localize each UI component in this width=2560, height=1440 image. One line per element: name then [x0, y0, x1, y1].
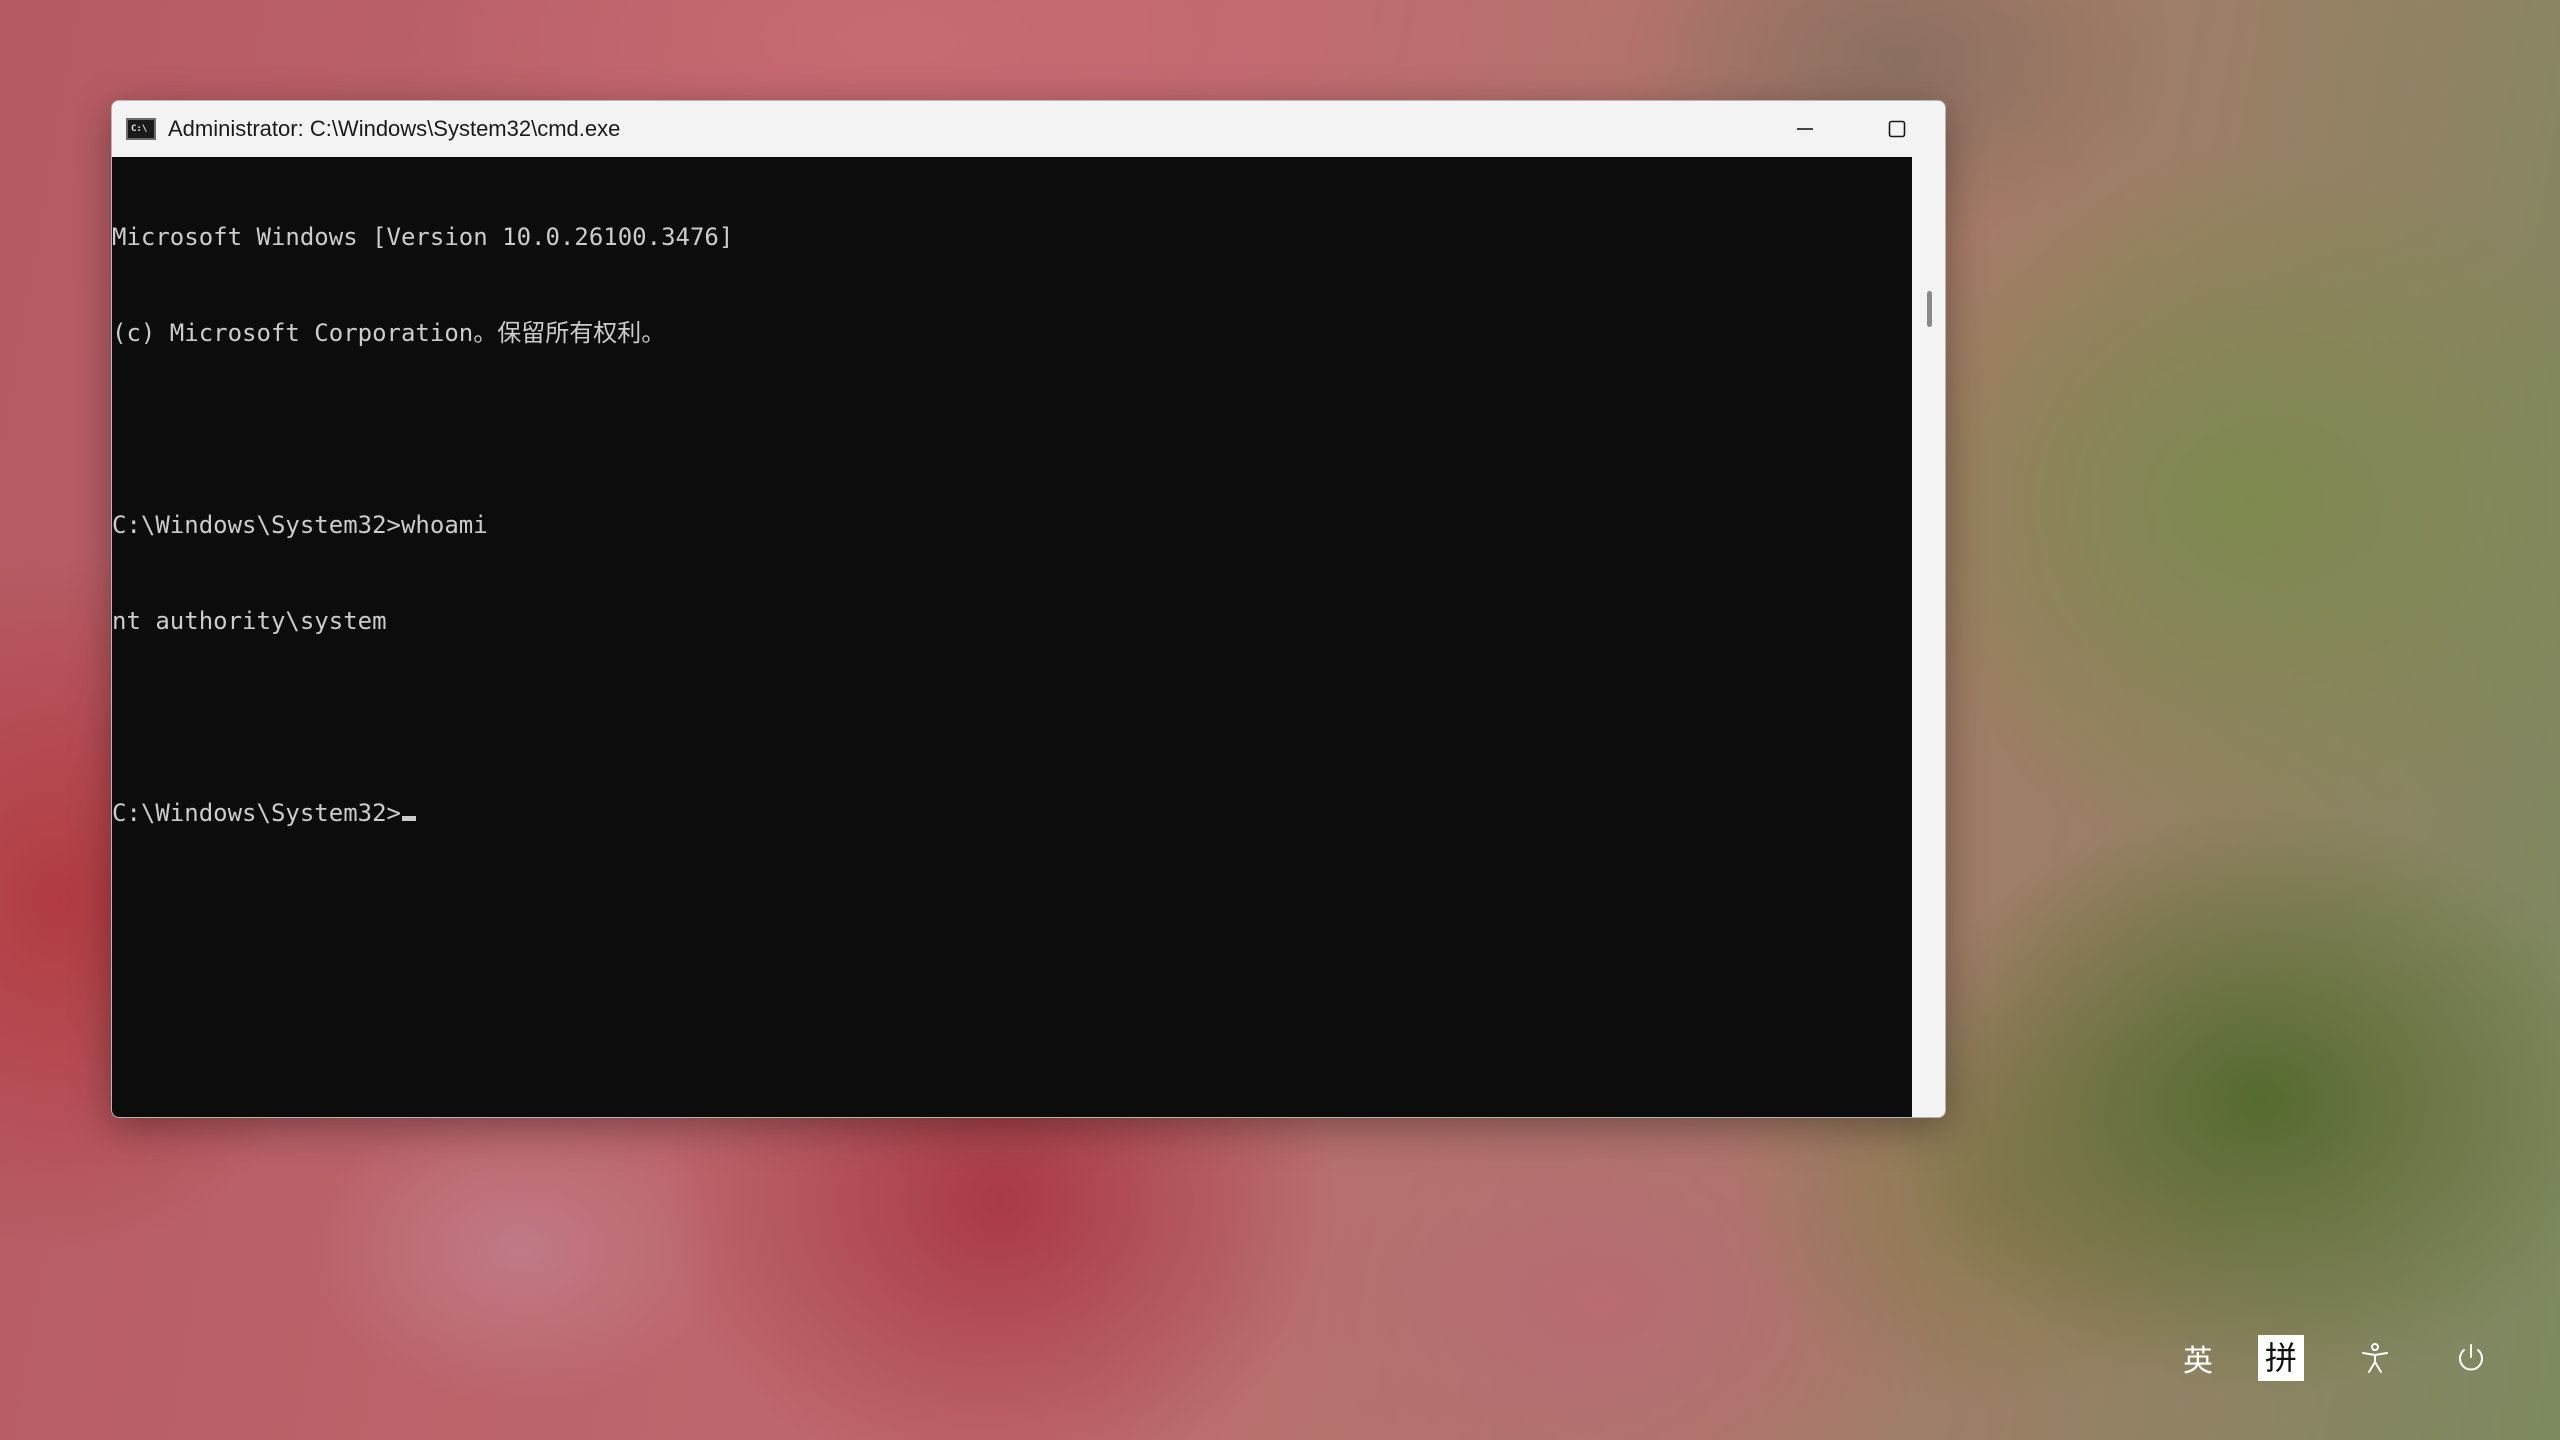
console-output[interactable]: Microsoft Windows [Version 10.0.26100.34…: [112, 157, 1912, 1117]
accessibility-icon: [2362, 1343, 2388, 1373]
vertical-scrollbar[interactable]: [1912, 157, 1945, 1117]
console-line: (c) Microsoft Corporation。保留所有权利。: [112, 319, 666, 347]
accessibility-button[interactable]: [2347, 1330, 2403, 1386]
title-bar[interactable]: C:\ Administrator: C:\Windows\System32\c…: [112, 101, 1945, 157]
power-button[interactable]: [2443, 1330, 2499, 1386]
prompt-line[interactable]: C:\Windows\System32>: [112, 797, 1912, 829]
text-cursor: [401, 816, 416, 821]
scrollbar-thumb[interactable]: [1927, 291, 1932, 327]
console-line: C:\Windows\System32>whoami: [112, 511, 488, 539]
maximize-button[interactable]: [1851, 101, 1943, 157]
window-title: Administrator: C:\Windows\System32\cmd.e…: [168, 116, 621, 141]
cmd-app-icon[interactable]: C:\: [126, 118, 156, 140]
ime-language-toggle[interactable]: 英: [2170, 1330, 2226, 1386]
prompt-text: C:\Windows\System32>: [112, 799, 401, 827]
cmd-window[interactable]: C:\ Administrator: C:\Windows\System32\c…: [111, 100, 1946, 1118]
power-icon: [2459, 1344, 2483, 1371]
minimize-icon: [1797, 128, 1813, 130]
console-line: nt authority\system: [112, 607, 387, 635]
minimize-button[interactable]: [1759, 101, 1851, 157]
ime-language-label: 英: [2183, 1344, 2213, 1379]
console-line: Microsoft Windows [Version 10.0.26100.34…: [112, 223, 734, 251]
maximize-icon: [1888, 120, 1906, 138]
ime-pinyin-toggle[interactable]: 拼: [2253, 1330, 2309, 1386]
close-button[interactable]: [1943, 101, 1945, 157]
ime-pinyin-label: 拼: [2258, 1335, 2304, 1381]
